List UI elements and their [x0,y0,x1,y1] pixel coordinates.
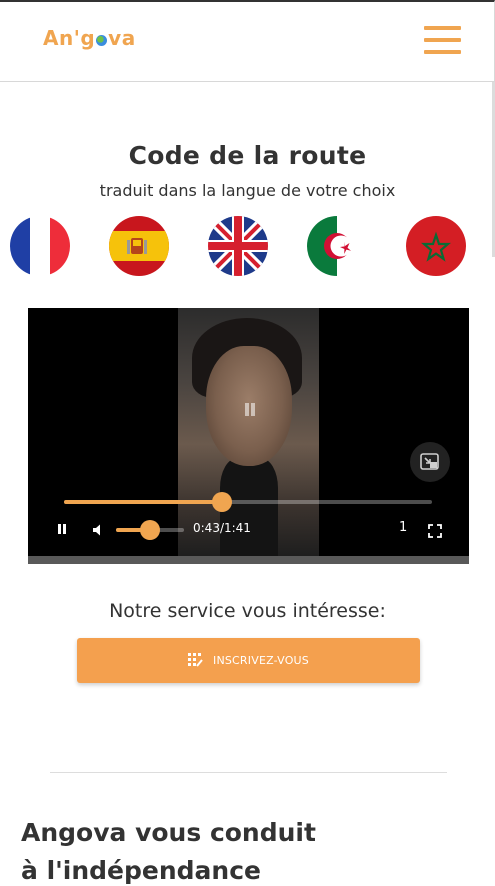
video-frame [178,308,319,558]
section-title-line1: Angova vous conduit [21,818,316,847]
angova-logo[interactable]: An'g va [43,26,136,50]
signup-prompt: Notre service vous intéresse: [109,600,386,622]
logo-text-end: va [108,26,136,50]
center-pause-icon[interactable] [243,403,257,417]
page-title: Code de la route [128,141,367,170]
video-player[interactable]: 0:43/1:41 1 [28,308,469,564]
spain-flag-icon[interactable] [109,216,169,276]
seek-bar[interactable] [64,492,432,512]
logo-text-start: An'g [43,26,96,50]
algeria-flag-icon[interactable] [307,216,367,276]
france-flag-icon[interactable] [10,216,70,276]
playback-speed-button[interactable]: 1 [399,520,407,535]
pause-icon[interactable] [56,523,70,537]
volume-handle[interactable] [140,520,160,540]
section-divider [50,772,447,773]
volume-icon[interactable] [92,522,106,541]
signup-button-label: INSCRIVEZ-VOUS [213,654,309,667]
video-buffer-bar [28,556,469,564]
site-header: An'g va [0,0,495,82]
time-display: 0:43/1:41 [193,521,251,535]
signup-button[interactable]: INSCRIVEZ-VOUS [77,638,420,683]
volume-slider[interactable] [116,520,184,540]
page-subtitle: traduit dans la langue de votre choix [99,181,396,200]
dialpad-icon [188,653,203,667]
globe-icon [96,34,108,46]
united-kingdom-flag-icon[interactable] [208,216,268,276]
picture-in-picture-icon[interactable] [410,442,450,482]
seek-progress [64,500,223,504]
morocco-flag-icon[interactable] [406,216,466,276]
fullscreen-icon[interactable] [428,523,442,542]
section-title-line2: à l'indépendance [21,856,262,885]
hamburger-menu-icon[interactable] [424,26,462,58]
section-title: Angova vous conduit à l'indépendance [21,814,316,886]
